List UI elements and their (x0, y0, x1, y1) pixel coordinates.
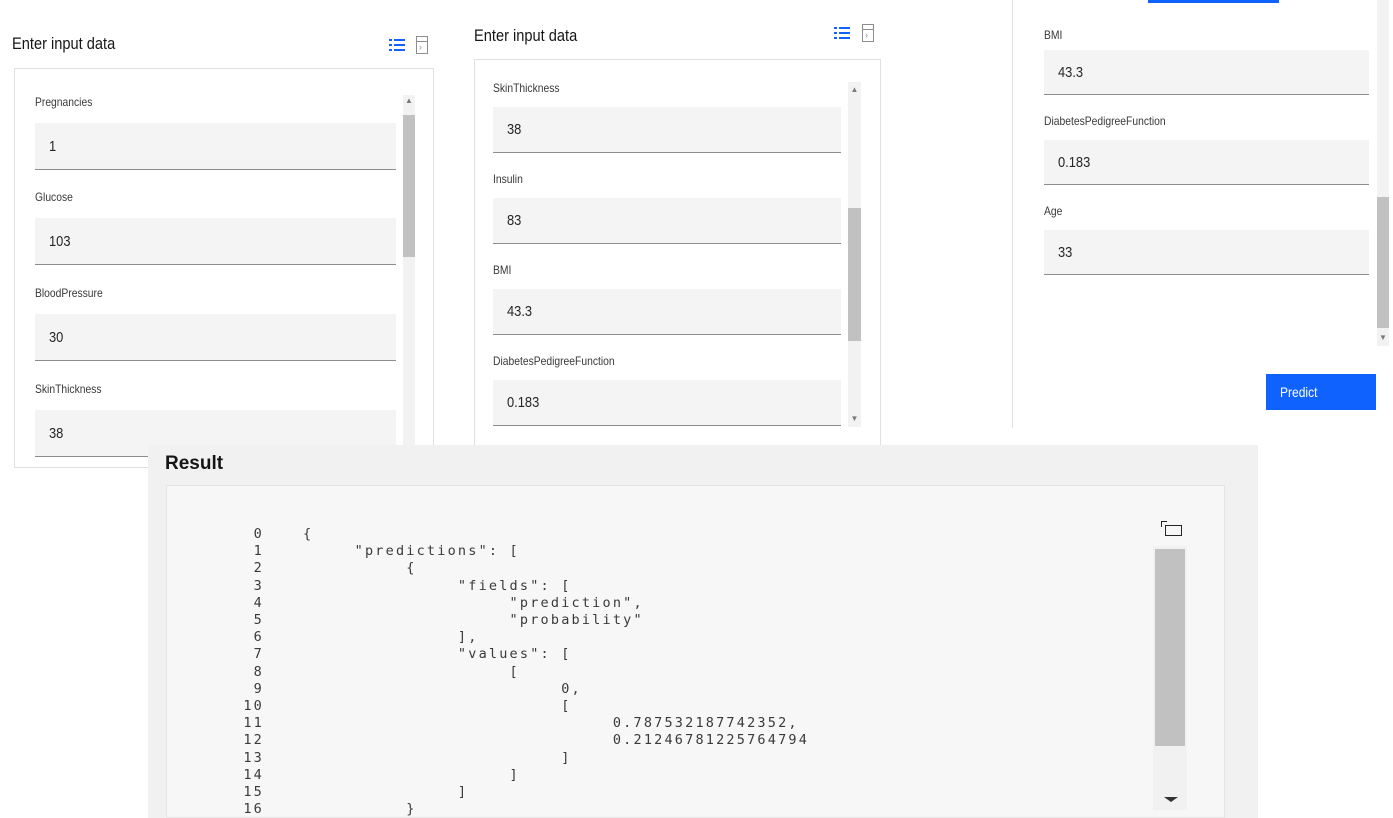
code-line: "predictions": [ (303, 543, 520, 560)
code-line: ] (303, 766, 520, 783)
panel-title: Enter input data (474, 26, 578, 45)
list-view-icon[interactable] (389, 38, 405, 52)
field-label-skinthickness: SkinThickness (35, 382, 102, 396)
input-panel-2: Enter input data SkinThickness 38 Insuli… (462, 0, 882, 455)
code-line: "values": [ (303, 646, 572, 663)
panel-title: Enter input data (12, 34, 116, 53)
code-line: [ (303, 698, 572, 714)
field-label-pregnancies: Pregnancies (35, 95, 93, 109)
input-value: 33 (1058, 243, 1073, 261)
form-scrollbar[interactable]: ▲ ▼ (403, 95, 415, 461)
result-title: Result (165, 453, 224, 474)
field-label-diabetespedigreefunction: DiabetesPedigreeFunction (1044, 114, 1166, 128)
code-line: 0, (303, 680, 582, 697)
scroll-down-arrow-icon[interactable]: ▼ (848, 413, 861, 425)
age-input[interactable]: 33 (1044, 230, 1369, 275)
bloodpressure-input[interactable]: 30 (35, 314, 396, 361)
tab-underline (1148, 0, 1279, 3)
panel-left-border (1012, 0, 1013, 428)
document-view-icon[interactable] (416, 36, 428, 54)
line-number: 6 (253, 629, 264, 646)
code-line: "probability" (303, 612, 644, 628)
line-number: 7 (253, 646, 264, 663)
code-line: { (303, 560, 417, 577)
code-line: } (303, 801, 417, 818)
line-number: 1 (253, 543, 264, 560)
input-form: SkinThickness 38 Insulin 83 BMI 43.3 Dia… (474, 59, 881, 455)
input-value: 43.3 (507, 303, 533, 320)
bmi-input[interactable]: 43.3 (493, 289, 841, 335)
field-label-insulin: Insulin (493, 172, 523, 186)
scroll-up-arrow-icon[interactable]: ▲ (403, 95, 415, 107)
code-line: "prediction", (303, 594, 644, 611)
line-number: 2 (253, 560, 264, 577)
code-line: 0.787532187742352, (303, 715, 799, 732)
input-value: 38 (507, 121, 522, 138)
scrollbar-thumb[interactable] (1377, 197, 1389, 328)
input-value: 0.183 (507, 394, 540, 411)
field-label-skinthickness: SkinThickness (493, 81, 560, 95)
line-number: 3 (253, 577, 264, 594)
code-line: ] (303, 749, 572, 766)
result-scrollbar[interactable] (1153, 546, 1187, 810)
line-number: 10 (243, 698, 264, 714)
line-number: 5 (253, 612, 264, 628)
field-label-bmi: BMI (1044, 28, 1063, 42)
code-area: 0 {1 "predictions": [ 2 {3 "fields": [ 4 "p… (167, 526, 1147, 818)
list-view-icon[interactable] (834, 26, 850, 40)
diabetespedigreefunction-input[interactable]: 0.183 (493, 380, 841, 426)
line-number: 11 (243, 715, 264, 732)
field-label-glucose: Glucose (35, 190, 73, 204)
input-value: 83 (507, 212, 522, 229)
result-panel: Result 0 {1 "predictions": [ 2 {3 "fields"… (148, 445, 1258, 818)
input-panel-1: Enter input data Pregnancies 1 Glucose 1… (0, 0, 434, 470)
line-number: 4 (253, 594, 264, 611)
line-number: 9 (253, 680, 264, 697)
line-number: 12 (243, 732, 264, 749)
field-label-diabetespedigreefunction: DiabetesPedigreeFunction (493, 354, 615, 368)
diabetespedigreefunction-input[interactable]: 0.183 (1044, 140, 1369, 185)
code-line: { (303, 526, 314, 542)
line-number: 0 (253, 526, 264, 542)
input-value: 38 (49, 424, 64, 442)
field-label-bmi: BMI (493, 263, 512, 277)
field-label-bloodpressure: BloodPressure (35, 286, 103, 300)
input-value: 0.183 (1058, 153, 1091, 171)
form-scrollbar[interactable]: ▼ (1377, 0, 1389, 346)
code-line: 0.21246781225764794 (303, 732, 810, 749)
document-view-icon[interactable] (862, 24, 874, 42)
scrollbar-thumb[interactable] (848, 208, 861, 341)
form-scrollbar[interactable]: ▲ ▼ (848, 82, 861, 427)
input-value: 43.3 (1058, 63, 1084, 81)
scroll-up-arrow-icon[interactable]: ▲ (848, 84, 861, 96)
predict-button[interactable]: Predict (1266, 374, 1376, 410)
bmi-input[interactable]: 43.3 (1044, 50, 1369, 95)
insulin-input[interactable]: 83 (493, 198, 841, 244)
code-line: ] (303, 784, 469, 800)
scrollbar-thumb[interactable] (1155, 549, 1185, 746)
line-number: 13 (243, 749, 264, 766)
field-label-age: Age (1044, 204, 1063, 218)
line-number: 8 (253, 663, 264, 680)
code-line: "fields": [ (303, 577, 572, 594)
code-line: ], (303, 629, 479, 646)
glucose-input[interactable]: 103 (35, 218, 396, 265)
input-value: 30 (49, 328, 64, 346)
line-number: 14 (243, 766, 264, 783)
scroll-down-arrow-icon[interactable] (1164, 797, 1178, 802)
line-number: 16 (243, 801, 264, 818)
result-json-viewer: 0 {1 "predictions": [ 2 {3 "fields": [ 4 "p… (166, 485, 1225, 818)
input-value: 1 (49, 137, 57, 155)
button-label: Predict (1280, 384, 1318, 400)
pregnancies-input[interactable]: 1 (35, 123, 396, 170)
skinthickness-input[interactable]: 38 (493, 107, 841, 153)
input-panel-3: BMI 43.3 DiabetesPedigreeFunction 0.183 … (1012, 0, 1393, 432)
scroll-down-arrow-icon[interactable]: ▼ (1377, 332, 1389, 344)
scrollbar-thumb[interactable] (403, 115, 415, 257)
code-line: [ (303, 663, 520, 680)
input-form: Pregnancies 1 Glucose 103 BloodPressure … (14, 68, 434, 468)
line-number: 15 (243, 784, 264, 800)
input-value: 103 (49, 232, 71, 250)
copy-icon[interactable] (1161, 521, 1183, 537)
